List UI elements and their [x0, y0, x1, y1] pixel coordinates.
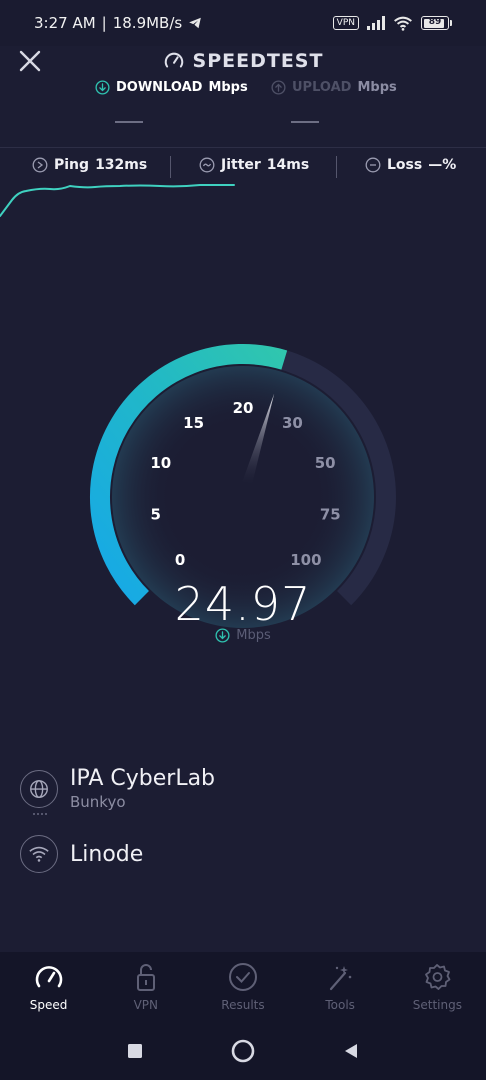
nav-tools[interactable]: Tools: [292, 952, 389, 1022]
battery-level: 89: [428, 17, 442, 27]
loss-icon: [365, 157, 381, 173]
ping-metric: Ping 132ms: [32, 157, 147, 173]
vpn-badge: VPN: [332, 16, 359, 30]
upload-tab[interactable]: UPLOAD Mbps: [271, 80, 397, 95]
server-host: Linode: [70, 841, 144, 867]
nav-label-results: Results: [221, 998, 265, 1012]
download-tab[interactable]: DOWNLOAD Mbps: [95, 80, 248, 95]
status-bar: 3:27 AM | 18.9MB/s VPN 89: [0, 0, 486, 46]
nav-label-speed: Speed: [29, 998, 68, 1012]
check-circle-icon: [228, 963, 257, 991]
battery-icon: 89: [421, 16, 452, 30]
signal-icon: [367, 16, 385, 30]
gauge-tick-75: 75: [320, 505, 341, 523]
lock-icon: [136, 964, 155, 991]
upload-label: UPLOAD: [292, 80, 352, 95]
upload-unit: Mbps: [357, 80, 397, 95]
speed-unit-label: Mbps: [236, 628, 271, 643]
jitter-label: Jitter: [221, 157, 261, 173]
system-navigation-bar: [0, 1022, 486, 1080]
nav-results[interactable]: Results: [194, 952, 291, 1022]
wifi-server-icon: [20, 835, 58, 873]
download-arrow-icon: [215, 628, 230, 643]
nav-settings[interactable]: Settings: [389, 952, 486, 1022]
gauge-tick-0: 0: [175, 551, 185, 569]
nav-label-vpn: VPN: [133, 998, 158, 1012]
provider-location: Bunkyo: [70, 793, 126, 811]
clock: 3:27 AM: [34, 14, 96, 32]
telegram-icon: [189, 17, 202, 29]
wifi-icon: [394, 16, 412, 31]
current-speed-unit: Mbps: [0, 628, 486, 643]
gauge-tick-100: 100: [290, 551, 321, 569]
recent-apps-icon[interactable]: [126, 1042, 144, 1060]
provider-row[interactable]: IPA CyberLab Bunkyo: [20, 766, 215, 811]
nav-label-settings: Settings: [412, 998, 462, 1012]
nav-speed[interactable]: Speed: [0, 952, 97, 1022]
current-speed-value: 24.97: [174, 577, 312, 631]
ping-label: Ping: [54, 157, 90, 173]
divider-dots: [33, 813, 47, 815]
app-title-text: SPEEDTEST: [192, 50, 324, 72]
speed-trace-graph: [0, 184, 235, 217]
gear-icon: [425, 964, 451, 990]
gauge-tick-5: 5: [150, 505, 160, 523]
network-speed: 18.9MB/s: [112, 14, 183, 32]
gauge-tick-20: 20: [233, 399, 254, 417]
server-row[interactable]: Linode: [20, 835, 143, 873]
loss-value: —%: [428, 157, 457, 173]
gauge-logo-icon: [164, 52, 183, 68]
globe-icon: [20, 769, 58, 808]
home-icon[interactable]: [230, 1038, 256, 1064]
loss-label: Loss: [387, 157, 423, 173]
jitter-icon: [199, 157, 215, 173]
ping-icon: [32, 157, 48, 173]
gauge-tick-10: 10: [150, 454, 171, 472]
bottom-navigation: Speed VPN Results Tools Settings: [0, 952, 486, 1022]
gauge-tick-50: 50: [315, 454, 336, 472]
download-unit: Mbps: [208, 80, 248, 95]
jitter-value: 14ms: [266, 157, 310, 173]
gauge-tick-15: 15: [183, 414, 204, 432]
ping-value: 132ms: [95, 157, 148, 173]
speedometer-icon: [35, 966, 62, 988]
download-value-placeholder: [115, 121, 143, 123]
nav-label-tools: Tools: [325, 998, 355, 1012]
provider-name: IPA CyberLab: [70, 766, 216, 791]
app-title: SPEEDTEST: [0, 50, 486, 72]
loss-metric: Loss —%: [365, 157, 456, 173]
gauge-tick-30: 30: [282, 414, 303, 432]
back-icon[interactable]: [342, 1042, 360, 1060]
status-separator: |: [101, 14, 107, 32]
download-arrow-icon: [95, 80, 110, 95]
jitter-metric: Jitter 14ms: [199, 157, 309, 173]
magic-wand-icon: [330, 966, 352, 991]
upload-arrow-icon: [271, 80, 286, 95]
upload-value-placeholder: [291, 121, 319, 123]
nav-vpn[interactable]: VPN: [97, 952, 194, 1022]
download-label: DOWNLOAD: [116, 80, 203, 95]
